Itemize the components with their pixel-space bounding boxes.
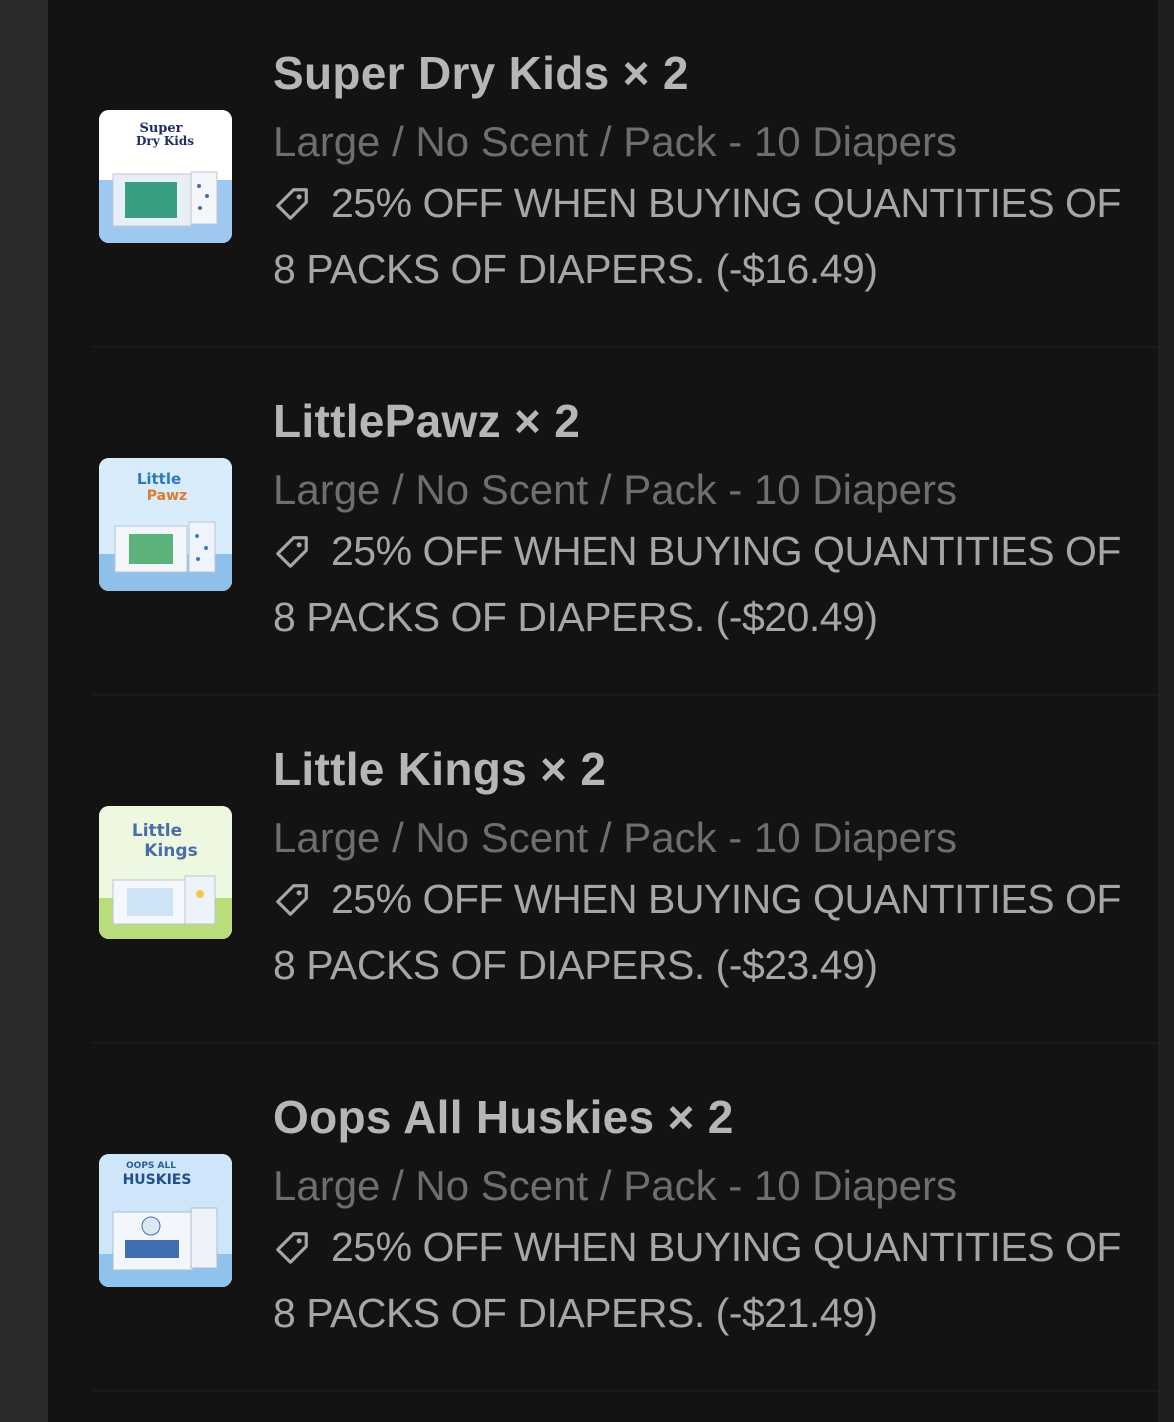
product-title[interactable]: LittlePawz × 2 [273, 394, 1143, 448]
product-thumbnail-brand-line-1: Little [137, 470, 181, 488]
product-title[interactable]: Oops All Huskies × 2 [273, 1090, 1143, 1144]
divider [92, 1390, 1158, 1392]
product-title[interactable]: Little Kings × 2 [273, 742, 1143, 796]
product-thumbnail[interactable]: OOPS ALL HUSKIES [99, 1154, 232, 1287]
discount-text: 25% OFF WHEN BUYING QUANTITIES OF 8 PACK… [273, 180, 1121, 292]
variant-options: Large / No Scent / Pack - 10 Diapers [273, 814, 957, 861]
product-thumbnail-brand-line-2: Pawz [147, 488, 187, 504]
cart-line-item[interactable]: Little Kings Little Kings × 2 Large / No… [48, 696, 1158, 1044]
product-thumbnail-brand-line-1: OOPS ALL [126, 1161, 176, 1171]
cart-line-item[interactable]: Super Dry Kids Super Dry Kids × 2 Large … [48, 0, 1158, 348]
tag-icon [276, 188, 308, 220]
cart-line-items-panel: Super Dry Kids Super Dry Kids × 2 Large … [48, 0, 1158, 1422]
product-thumbnail-brand-line-2: Dry Kids [136, 134, 194, 148]
discount-allocation: 25% OFF WHEN BUYING QUANTITIES OF 8 PACK… [273, 866, 1143, 998]
variant-options: Large / No Scent / Pack - 10 Diapers [273, 1162, 957, 1209]
discount-text: 25% OFF WHEN BUYING QUANTITIES OF 8 PACK… [273, 1224, 1121, 1336]
cart-line-item[interactable]: Little Pawz LittlePawz × 2 Large / No Sc… [48, 348, 1158, 696]
line-item-details: LittlePawz × 2 Large / No Scent / Pack -… [273, 394, 1143, 650]
left-gutter [0, 0, 48, 1422]
product-thumbnail[interactable]: Little Kings [99, 806, 232, 939]
product-thumbnail[interactable]: Little Pawz [99, 458, 232, 591]
variant-options: Large / No Scent / Pack - 10 Diapers [273, 466, 957, 513]
variant-options: Large / No Scent / Pack - 10 Diapers [273, 118, 957, 165]
product-thumbnail-brand-line-2: Kings [144, 841, 197, 861]
line-item-details: Oops All Huskies × 2 Large / No Scent / … [273, 1090, 1143, 1346]
littlepawz-product-image: Little Pawz [99, 458, 232, 591]
discount-allocation: 25% OFF WHEN BUYING QUANTITIES OF 8 PACK… [273, 1214, 1143, 1346]
scrollbar-track[interactable] [1158, 0, 1174, 1422]
cart-items-list: Super Dry Kids Super Dry Kids × 2 Large … [48, 0, 1158, 1392]
discount-allocation: 25% OFF WHEN BUYING QUANTITIES OF 8 PACK… [273, 518, 1143, 650]
line-item-details: Super Dry Kids × 2 Large / No Scent / Pa… [273, 46, 1143, 302]
discount-text: 25% OFF WHEN BUYING QUANTITIES OF 8 PACK… [273, 876, 1121, 988]
discount-allocation: 25% OFF WHEN BUYING QUANTITIES OF 8 PACK… [273, 170, 1143, 302]
line-item-details: Little Kings × 2 Large / No Scent / Pack… [273, 742, 1143, 998]
product-thumbnail[interactable]: Super Dry Kids [99, 110, 232, 243]
little-kings-product-image: Little Kings [99, 806, 232, 939]
super-dry-kids-product-image: Super Dry Kids [99, 110, 232, 243]
tag-icon [276, 1232, 308, 1264]
product-thumbnail-brand-line-1: Little [132, 821, 182, 841]
discount-text: 25% OFF WHEN BUYING QUANTITIES OF 8 PACK… [273, 528, 1121, 640]
oops-all-huskies-product-image: OOPS ALL HUSKIES [99, 1154, 232, 1287]
tag-icon [276, 536, 308, 568]
cart-line-item[interactable]: OOPS ALL HUSKIES Oops All Huskies × 2 La… [48, 1044, 1158, 1392]
product-thumbnail-brand-line-2: HUSKIES [123, 1172, 192, 1188]
product-title[interactable]: Super Dry Kids × 2 [273, 46, 1143, 100]
tag-icon [276, 884, 308, 916]
